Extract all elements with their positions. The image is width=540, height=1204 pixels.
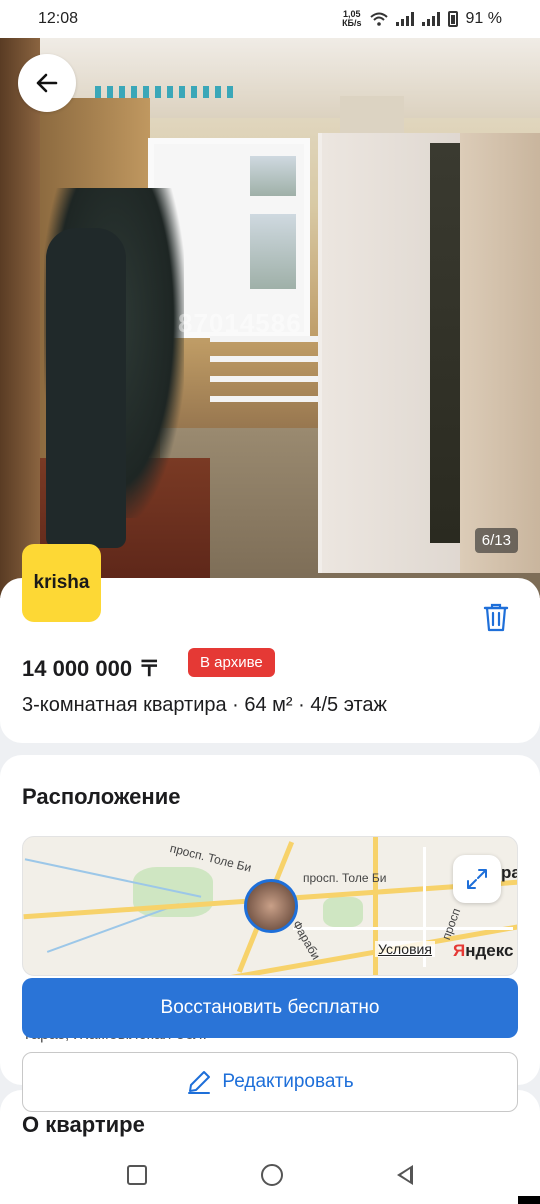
listing-price: 14 000 000 〒	[22, 656, 161, 681]
trash-icon	[483, 603, 509, 632]
yandex-logo: Яндекс	[453, 941, 514, 960]
battery-icon	[447, 11, 458, 27]
map-edge-label: ра	[501, 863, 517, 882]
status-time: 12:08	[38, 10, 79, 27]
status-bar: 12:08 1,05 КБ/s 91 %	[0, 0, 540, 38]
photo-counter: 6/13	[474, 528, 518, 553]
signal-icon	[395, 12, 414, 26]
map-street-label-3: Фараби	[289, 917, 324, 963]
expand-icon	[467, 869, 487, 889]
map-street-label-2: просп. Толе Би	[303, 871, 387, 885]
photo-radiator	[210, 336, 320, 406]
location-title: Расположение	[22, 784, 181, 809]
map-park-2	[323, 897, 363, 927]
battery-level: 91 %	[465, 10, 502, 27]
listing-photo[interactable]: 87014586	[0, 38, 540, 598]
listing-subtitle: 3-комнатная квартира · 64 м² · 4/5 этаж	[22, 694, 387, 716]
pencil-icon	[188, 1071, 211, 1094]
back-button[interactable]	[18, 54, 76, 112]
network-speed: 1,05 КБ/s	[342, 10, 361, 28]
photo-box	[340, 96, 404, 136]
wifi-icon	[369, 12, 388, 26]
map-location-pin[interactable]	[244, 879, 298, 933]
krisha-logo: krisha	[22, 544, 101, 622]
about-title: О квартире	[22, 1112, 145, 1137]
photo-wardrobe	[318, 133, 540, 573]
home-icon[interactable]	[261, 1164, 283, 1186]
edit-button[interactable]: Редактировать	[22, 1052, 518, 1112]
map-street	[293, 927, 513, 930]
delete-button[interactable]	[482, 602, 510, 632]
system-nav-bar	[0, 1146, 540, 1204]
photo-curtain	[95, 86, 235, 98]
edit-button-label: Редактировать	[222, 1071, 354, 1092]
map-expand-button[interactable]	[453, 855, 501, 903]
arrow-left-icon	[36, 73, 58, 93]
status-badge: В архиве	[188, 648, 275, 677]
location-map[interactable]: просп. Толе Би просп. Толе Би Фараби про…	[22, 836, 518, 976]
restore-button[interactable]: Восстановить бесплатно	[22, 978, 518, 1038]
network-speed-unit: КБ/s	[342, 18, 362, 28]
corner-mark	[518, 1196, 540, 1204]
map-conditions-link[interactable]: Условия	[375, 941, 435, 957]
photo-door	[0, 38, 40, 598]
status-icons: 1,05 КБ/s 91 %	[342, 10, 502, 28]
photo-coat	[46, 228, 126, 548]
signal-2-icon	[421, 12, 440, 26]
nav-back-icon[interactable]	[397, 1165, 413, 1185]
photo-watermark: 87014586	[178, 308, 302, 338]
recent-apps-icon[interactable]	[127, 1165, 147, 1185]
